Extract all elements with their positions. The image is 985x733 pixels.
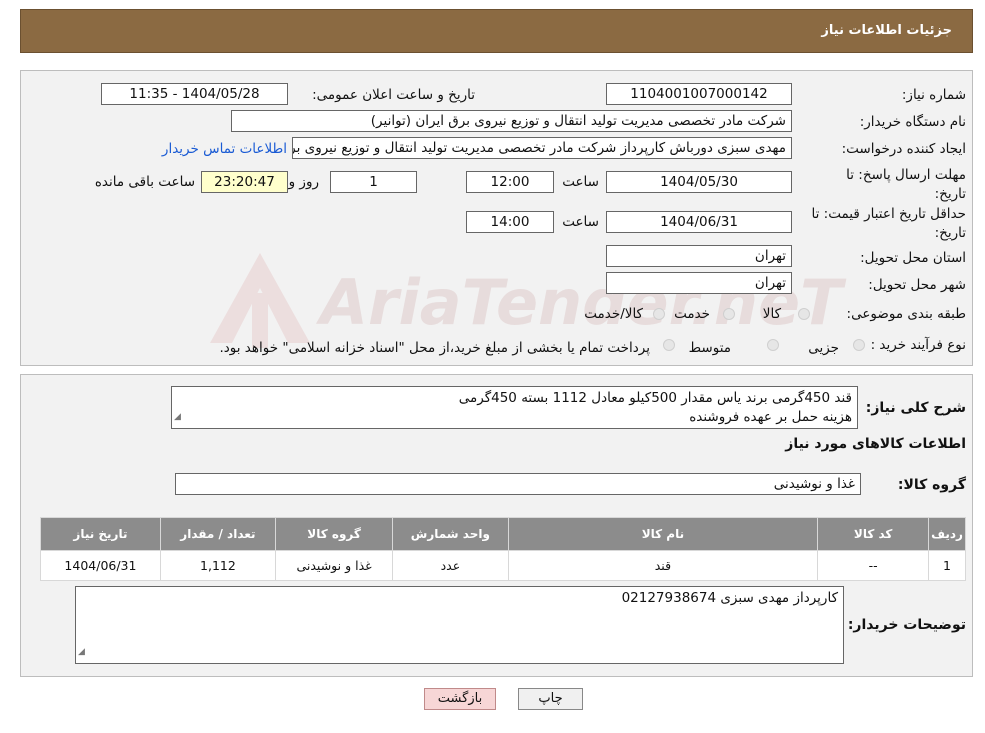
process-radio-medium[interactable] xyxy=(767,339,779,351)
page-header: جزئیات اطلاعات نیاز xyxy=(20,9,973,53)
announce-label: تاریخ و ساعت اعلان عمومی: xyxy=(312,87,475,103)
col-group: گروه کالا xyxy=(274,517,394,551)
cell-group: غذا و نوشیدنی xyxy=(274,550,394,581)
buyer-notes-label: توضیحات خریدار: xyxy=(847,617,966,633)
summary-label: شرح کلی نیاز: xyxy=(865,400,966,416)
deadline-time-field: 12:00 xyxy=(466,171,554,193)
requester-field: مهدی سبزی دورباش کارپرداز شرکت مادر تخصص… xyxy=(292,137,792,159)
process-radio-minor[interactable] xyxy=(853,339,865,351)
goods-table: ردیف کد کالا نام کالا واحد شمارش گروه کا… xyxy=(40,517,966,581)
remaining-label: ساعت باقی مانده xyxy=(94,174,195,190)
deadline-time-label: ساعت xyxy=(562,174,599,190)
goods-info-title: اطلاعات کالاهای مورد نیاز xyxy=(785,436,966,452)
deadline-date-field: 1404/05/30 xyxy=(606,171,792,193)
buyer-notes-text: کارپرداز مهدی سبزی 02127938674 xyxy=(621,590,838,606)
validity-time-field: 14:00 xyxy=(466,211,554,233)
table-header-row: ردیف کد کالا نام کالا واحد شمارش گروه کا… xyxy=(40,517,966,551)
process-option-medium: متوسط xyxy=(688,340,731,356)
goods-group-field: غذا و نوشیدنی xyxy=(175,473,861,495)
deadline-label: مهلت ارسال پاسخ: تا تاریخ: xyxy=(846,167,966,202)
process-radio-treasury[interactable] xyxy=(663,339,675,351)
category-option-service: خدمت xyxy=(674,306,710,322)
category-radio-service[interactable] xyxy=(723,308,735,320)
summary-line-1: قند 450گرمی برند یاس مقدار 500کیلو معادل… xyxy=(458,390,852,406)
goods-group-label: گروه کالا: xyxy=(897,477,966,493)
cell-quantity: 1,112 xyxy=(159,550,276,581)
resize-grip-icon[interactable]: ◢ xyxy=(174,408,181,427)
buyer-label: نام دستگاه خریدار: xyxy=(859,114,966,130)
page-title: جزئیات اطلاعات نیاز xyxy=(821,23,952,38)
cell-item-name: قند xyxy=(507,550,819,581)
col-item-name: نام کالا xyxy=(507,517,819,551)
category-label: طبقه بندی موضوعی: xyxy=(846,306,966,322)
category-option-goods-service: کالا/خدمت xyxy=(584,306,643,322)
process-label: نوع فرآیند خرید : xyxy=(870,337,966,353)
city-field: تهران xyxy=(606,272,792,294)
need-number-label: شماره نیاز: xyxy=(901,87,966,103)
province-label: استان محل تحویل: xyxy=(860,250,966,266)
city-label: شهر محل تحویل: xyxy=(868,277,966,293)
cell-unit: عدد xyxy=(392,550,509,581)
col-unit: واحد شمارش xyxy=(392,517,509,551)
category-radio-goods[interactable] xyxy=(798,308,810,320)
buyer-notes-textarea[interactable]: کارپرداز مهدی سبزی 02127938674 ◢ xyxy=(75,586,844,664)
category-option-goods: کالا xyxy=(762,306,781,322)
province-field: تهران xyxy=(606,245,792,267)
col-need-date: تاریخ نیاز xyxy=(40,517,161,551)
print-button[interactable]: چاپ xyxy=(518,688,583,710)
summary-line-2: هزینه حمل بر عهده فروشنده xyxy=(689,409,852,425)
cell-need-date: 1404/06/31 xyxy=(40,550,161,581)
cell-row-number: 1 xyxy=(928,550,966,581)
announce-field: 1404/05/28 - 11:35 xyxy=(101,83,288,105)
need-number-field: 1104001007000142 xyxy=(606,83,792,105)
process-option-minor: جزیی xyxy=(808,340,839,356)
days-field: 1 xyxy=(330,171,417,193)
requester-label: ایجاد کننده درخواست: xyxy=(841,141,966,157)
category-radio-goods-service[interactable] xyxy=(653,308,665,320)
remaining-time-field: 23:20:47 xyxy=(201,171,288,193)
col-row-number: ردیف xyxy=(928,517,966,551)
resize-grip-icon[interactable]: ◢ xyxy=(78,643,85,662)
buyer-contact-link[interactable]: اطلاعات تماس خریدار xyxy=(162,141,287,157)
validity-date-field: 1404/06/31 xyxy=(606,211,792,233)
cell-item-code: -- xyxy=(817,550,930,581)
col-item-code: کد کالا xyxy=(817,517,930,551)
validity-time-label: ساعت xyxy=(562,214,599,230)
back-button[interactable]: بازگشت xyxy=(424,688,496,710)
summary-textarea[interactable]: قند 450گرمی برند یاس مقدار 500کیلو معادل… xyxy=(171,386,858,429)
table-row: 1 -- قند عدد غذا و نوشیدنی 1,112 1404/06… xyxy=(40,550,966,581)
days-label: روز و xyxy=(288,174,319,190)
process-treasury-note: پرداخت تمام یا بخشی از مبلغ خرید،از محل … xyxy=(219,340,650,356)
buyer-field: شرکت مادر تخصصی مدیریت تولید انتقال و تو… xyxy=(231,110,792,132)
col-quantity: تعداد / مقدار xyxy=(159,517,276,551)
validity-label: حداقل تاریخ اعتبار قیمت: تا تاریخ: xyxy=(811,206,966,241)
